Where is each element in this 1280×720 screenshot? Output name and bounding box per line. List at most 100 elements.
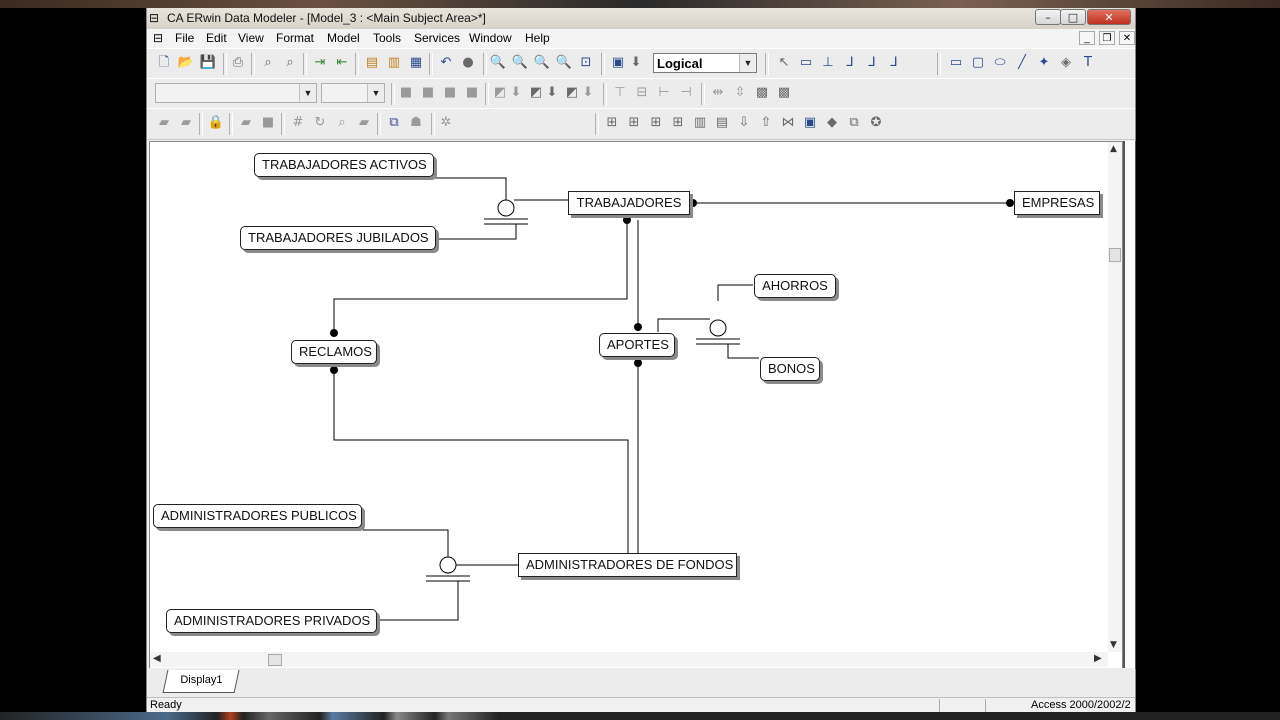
complete-compare-icon[interactable]: ▤ — [363, 54, 381, 72]
text-tool-icon[interactable]: T — [1079, 54, 1097, 72]
report-icon[interactable]: ▦ — [407, 54, 425, 72]
strikeout-icon[interactable]: ■ — [463, 84, 481, 102]
note-icon[interactable]: ▰ — [355, 114, 373, 132]
line-tool-icon[interactable]: ╱ — [1013, 54, 1031, 72]
zoom-out-icon[interactable]: 🔍 — [489, 54, 507, 72]
forward-engineer-icon[interactable]: ⇥ — [311, 54, 329, 72]
print-icon[interactable]: ⎙ — [229, 54, 247, 72]
menu-tools[interactable]: Tools — [373, 31, 401, 45]
menu-format[interactable]: Format — [276, 31, 314, 45]
mdi-close-button[interactable]: ✕ — [1119, 31, 1135, 45]
display-level-dropdown-icon[interactable]: ⬇ — [627, 54, 645, 72]
transform-icon[interactable]: ⧉ — [385, 114, 403, 132]
options-icon[interactable]: ✪ — [867, 114, 885, 132]
rounded-rectangle-tool-icon[interactable]: ▢ — [969, 54, 987, 72]
menu-window[interactable]: Window — [469, 31, 512, 45]
space-vertical-icon[interactable]: ⇳ — [731, 84, 749, 102]
group-icon[interactable]: ▩ — [753, 84, 771, 102]
close-button[interactable]: ✕ — [1087, 9, 1131, 25]
export-icon[interactable]: ⧉ — [845, 114, 863, 132]
layout-circular-icon[interactable]: ⊞ — [669, 114, 687, 132]
menu-view[interactable]: View — [238, 31, 264, 45]
rectangle-tool-icon[interactable]: ▭ — [947, 54, 965, 72]
font-color-dropdown-icon[interactable]: ⬇ — [507, 84, 525, 102]
mdi-restore-button[interactable]: ❐ — [1099, 31, 1115, 45]
entity-trabajadores-activos[interactable]: TRABAJADORES ACTIVOS — [254, 153, 434, 177]
find-icon[interactable]: ⌕ — [259, 54, 277, 72]
entity-ahorros[interactable]: AHORROS — [754, 274, 836, 298]
identifying-relationship-icon[interactable]: ⅃ — [841, 54, 859, 72]
open-icon[interactable]: 📂 — [177, 54, 195, 72]
menu-model[interactable]: Model — [327, 31, 360, 45]
line-color-dropdown-icon[interactable]: ⬇ — [579, 84, 597, 102]
undo-icon[interactable]: ↶ — [437, 54, 455, 72]
entity-tool-icon[interactable]: ▭ — [797, 54, 815, 72]
zoom-fit-icon[interactable]: 🔍 — [533, 54, 551, 72]
underline-icon[interactable]: ■ — [441, 84, 459, 102]
merge-icon[interactable]: ⋈ — [779, 114, 797, 132]
align-top-icon[interactable]: ⊤ — [611, 84, 629, 102]
pointer-icon[interactable]: ↖ — [775, 54, 793, 72]
entity-administradores-privados[interactable]: ADMINISTRADORES PRIVADOS — [166, 609, 377, 633]
tab-display1[interactable]: Display1 — [162, 670, 240, 693]
send-to-back-icon[interactable]: ▰ — [177, 114, 195, 132]
scroll-left-icon[interactable]: ◀ — [153, 653, 161, 664]
bold-icon[interactable]: ■ — [397, 84, 415, 102]
reverse-engineer-icon[interactable]: ⇤ — [333, 54, 351, 72]
zoom-in-icon[interactable]: 🔍 — [511, 54, 529, 72]
diagram-canvas[interactable]: TRABAJADORES ACTIVOS TRABAJADORES JUBILA… — [149, 141, 1123, 669]
entity-trabajadores[interactable]: TRABAJADORES — [568, 191, 690, 215]
entity-reclamos[interactable]: RECLAMOS — [291, 340, 377, 364]
layout-hierarchy-icon[interactable]: ⊞ — [647, 114, 665, 132]
align-right-icon[interactable]: ⊣ — [677, 84, 695, 102]
table-icon[interactable]: ▣ — [801, 114, 819, 132]
fill-tool-icon[interactable]: ◈ — [1057, 54, 1075, 72]
sort-down-icon[interactable]: ⇩ — [735, 114, 753, 132]
save-icon[interactable]: 💾 — [199, 54, 217, 72]
entity-trabajadores-jubilados[interactable]: TRABAJADORES JUBILADOS — [240, 226, 436, 250]
minimize-button[interactable]: – — [1035, 9, 1061, 25]
search-model-icon[interactable]: ⌕ — [333, 114, 351, 132]
menu-help[interactable]: Help — [525, 31, 550, 45]
entity-empresas[interactable]: EMPRESAS — [1014, 191, 1100, 215]
entity-administradores-publicos[interactable]: ADMINISTRADORES PUBLICOS — [153, 504, 362, 528]
model-sources-icon[interactable]: ▥ — [385, 54, 403, 72]
menu-file[interactable]: File — [175, 31, 194, 45]
subtype-tool-icon[interactable]: ⊥ — [819, 54, 837, 72]
space-horizontal-icon[interactable]: ⇹ — [709, 84, 727, 102]
stop-icon[interactable]: ● — [459, 54, 477, 72]
diamond-icon[interactable]: ◆ — [823, 114, 841, 132]
non-identifying-relationship-icon[interactable]: ⅃ — [885, 54, 903, 72]
zoom-normal-icon[interactable]: 🔍 — [555, 54, 573, 72]
column-icon[interactable]: ▥ — [691, 114, 709, 132]
mdi-minimize-button[interactable]: _ — [1079, 31, 1095, 45]
scroll-up-icon[interactable]: ▲ — [1110, 144, 1117, 154]
horizontal-scrollbar[interactable]: ◀ ▶ — [150, 652, 1108, 667]
copy-format-icon[interactable]: ▰ — [237, 114, 255, 132]
menu-services[interactable]: Services — [414, 31, 460, 45]
sort-up-icon[interactable]: ⇧ — [757, 114, 775, 132]
settings-icon[interactable]: ✲ — [437, 114, 455, 132]
italic-icon[interactable]: ■ — [419, 84, 437, 102]
refresh-icon[interactable]: ↻ — [311, 114, 329, 132]
horizontal-scroll-thumb[interactable] — [268, 654, 282, 666]
align-left-icon[interactable]: ⊢ — [655, 84, 673, 102]
display-level-icon[interactable]: ▣ — [609, 54, 627, 72]
bring-to-front-icon[interactable]: ▰ — [155, 114, 173, 132]
entity-aportes[interactable]: APORTES — [599, 333, 675, 357]
grid-icon[interactable]: # — [289, 114, 307, 132]
document-icon[interactable]: ⊟ — [153, 31, 163, 45]
row-icon[interactable]: ▤ — [713, 114, 731, 132]
layout-icon[interactable]: ⊞ — [603, 114, 621, 132]
layout-tree-icon[interactable]: ⊞ — [625, 114, 643, 132]
many-to-many-relationship-icon[interactable]: ⅃ — [863, 54, 881, 72]
user-icon[interactable]: ☗ — [407, 114, 425, 132]
scroll-down-icon[interactable]: ▼ — [1110, 640, 1117, 650]
vertical-scrollbar[interactable]: ▲ ▼ — [1108, 142, 1122, 652]
font-name-select[interactable]: ▼ — [155, 83, 317, 103]
scroll-right-icon[interactable]: ▶ — [1094, 653, 1102, 664]
find-replace-icon[interactable]: ⌕ — [281, 54, 299, 72]
fill-color-dropdown-icon[interactable]: ⬇ — [543, 84, 561, 102]
ungroup-icon[interactable]: ▩ — [775, 84, 793, 102]
align-middle-icon[interactable]: ⊟ — [633, 84, 651, 102]
